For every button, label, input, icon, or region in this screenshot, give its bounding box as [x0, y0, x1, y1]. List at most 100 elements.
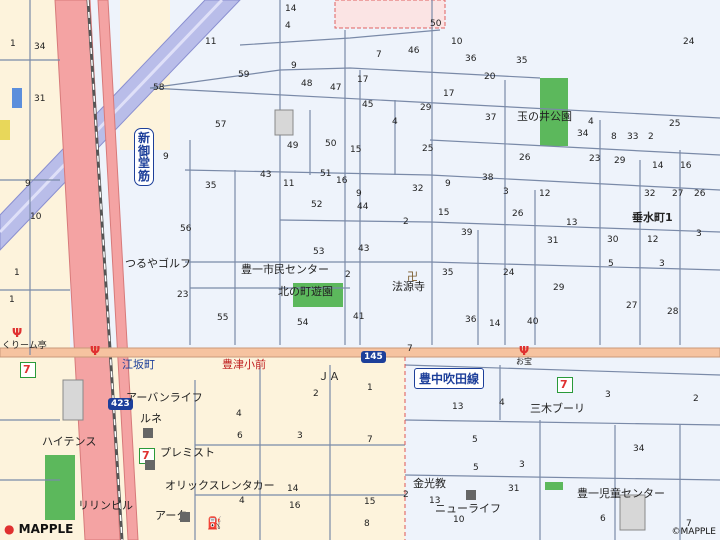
block-number: 12	[539, 189, 551, 199]
block-number: 4	[285, 21, 291, 31]
block-number: 11	[205, 37, 217, 47]
place-toyotsu-crossing: 豊津小前	[222, 358, 266, 371]
block-number: 4	[499, 398, 505, 408]
block-number: 1	[10, 39, 16, 49]
block-number: 32	[644, 189, 656, 199]
block-number: 2	[403, 217, 409, 227]
place-toyoichi-center: 豊一市民センター	[241, 263, 329, 276]
place-ja: ＪＡ	[318, 370, 340, 383]
block-number: 29	[420, 103, 432, 113]
block-number: 29	[553, 283, 565, 293]
block-number: 6	[237, 431, 243, 441]
block-number: 58	[153, 83, 165, 93]
block-number: 31	[547, 236, 559, 246]
block-number: 5	[608, 259, 614, 269]
block-number: 7	[376, 50, 382, 60]
block-number: 31	[508, 484, 520, 494]
block-number: 3	[696, 229, 702, 239]
place-tsuruya-golf: つるやゴルフ	[125, 257, 191, 270]
block-number: 3	[519, 460, 525, 470]
block-number: 34	[577, 129, 589, 139]
route-145-shield: 145	[361, 351, 386, 363]
place-orix-rental: オリックスレンタカー	[165, 479, 275, 492]
block-number: 4	[392, 117, 398, 127]
block-number: 39	[461, 228, 473, 238]
block-number: 9	[445, 179, 451, 189]
place-heights: ハイテンス	[42, 435, 97, 448]
block-number: 2	[345, 270, 351, 280]
block-number: 4	[588, 117, 594, 127]
restaurant-icon: Ψ	[519, 344, 530, 358]
block-number: 12	[647, 235, 659, 245]
block-number: 25	[669, 119, 681, 129]
block-number: 27	[672, 189, 684, 199]
block-number: 50	[430, 19, 442, 29]
place-tarumi: 垂水町1	[632, 211, 673, 224]
block-number: 10	[451, 37, 463, 47]
block-number: 5	[473, 463, 479, 473]
block-number: 23	[177, 290, 189, 300]
block-number: 14	[285, 4, 297, 14]
block-number: 41	[353, 312, 365, 322]
restaurant-icon: Ψ	[90, 344, 101, 358]
block-number: 46	[408, 46, 420, 56]
block-number: 29	[614, 156, 626, 166]
block-number: 24	[503, 268, 515, 278]
place-runeru: ルネ	[140, 412, 162, 425]
place-esaka-cho: 江坂町	[122, 358, 155, 371]
block-number: 26	[512, 209, 524, 219]
block-number: 2	[403, 490, 409, 500]
place-konkokyo: 金光教	[413, 477, 446, 490]
block-number: 32	[412, 184, 424, 194]
block-number: 28	[667, 307, 679, 317]
place-new-life: ニューライフ	[435, 502, 501, 515]
block-number: 8	[364, 519, 370, 529]
building-icon	[180, 512, 190, 522]
block-number: 15	[364, 497, 376, 507]
block-number: 9	[356, 189, 362, 199]
block-number: 26	[519, 153, 531, 163]
block-number: 2	[313, 389, 319, 399]
block-number: 33	[627, 132, 639, 142]
block-number: 55	[217, 313, 229, 323]
block-number: 31	[34, 94, 46, 104]
block-number: 4	[236, 409, 242, 419]
car-rental-icon: ⛽	[207, 516, 222, 530]
block-number: 53	[313, 247, 325, 257]
block-number: 36	[465, 315, 477, 325]
brand-logo: ● MAPPLE	[4, 522, 74, 536]
block-number: 35	[516, 56, 528, 66]
block-number: 16	[336, 176, 348, 186]
block-number: 59	[238, 70, 250, 80]
block-number: 36	[465, 54, 477, 64]
block-number: 16	[289, 501, 301, 511]
block-number: 3	[297, 431, 303, 441]
block-number: 1	[367, 383, 373, 393]
block-number: 3	[659, 259, 665, 269]
block-number: 5	[472, 435, 478, 445]
convenience-store-icon: 7	[20, 362, 36, 378]
block-number: 13	[566, 218, 578, 228]
block-number: 1	[14, 268, 20, 278]
block-number: 44	[357, 202, 369, 212]
block-number: 16	[680, 161, 692, 171]
block-number: 57	[215, 120, 227, 130]
place-toyoichi-jido: 豊一児童センター	[577, 487, 665, 500]
block-number: 40	[527, 317, 539, 327]
map-canvas[interactable]: 14 4 50 24 1 34 11 7 46 10 36 35 20 9 59 48 47 17 31 58 45 29…	[0, 0, 720, 540]
temple-icon: 卍	[407, 270, 418, 283]
place-mon-shop: お宝	[516, 357, 532, 366]
block-number: 43	[358, 244, 370, 254]
block-number: 13	[452, 402, 464, 412]
block-number: 1	[9, 295, 15, 305]
place-kuri-mu: くりーム亭	[2, 341, 47, 351]
block-number: 7	[407, 344, 413, 354]
block-number: 10	[453, 515, 465, 525]
block-number: 34	[34, 42, 46, 52]
block-number: 47	[330, 83, 342, 93]
place-premist: プレミスト	[160, 446, 215, 459]
block-number: 26	[694, 189, 706, 199]
road-badge-toyonaka-suita: 豊中吹田線	[414, 368, 485, 389]
block-number: 15	[438, 208, 450, 218]
convenience-store-icon: 7	[557, 377, 573, 393]
